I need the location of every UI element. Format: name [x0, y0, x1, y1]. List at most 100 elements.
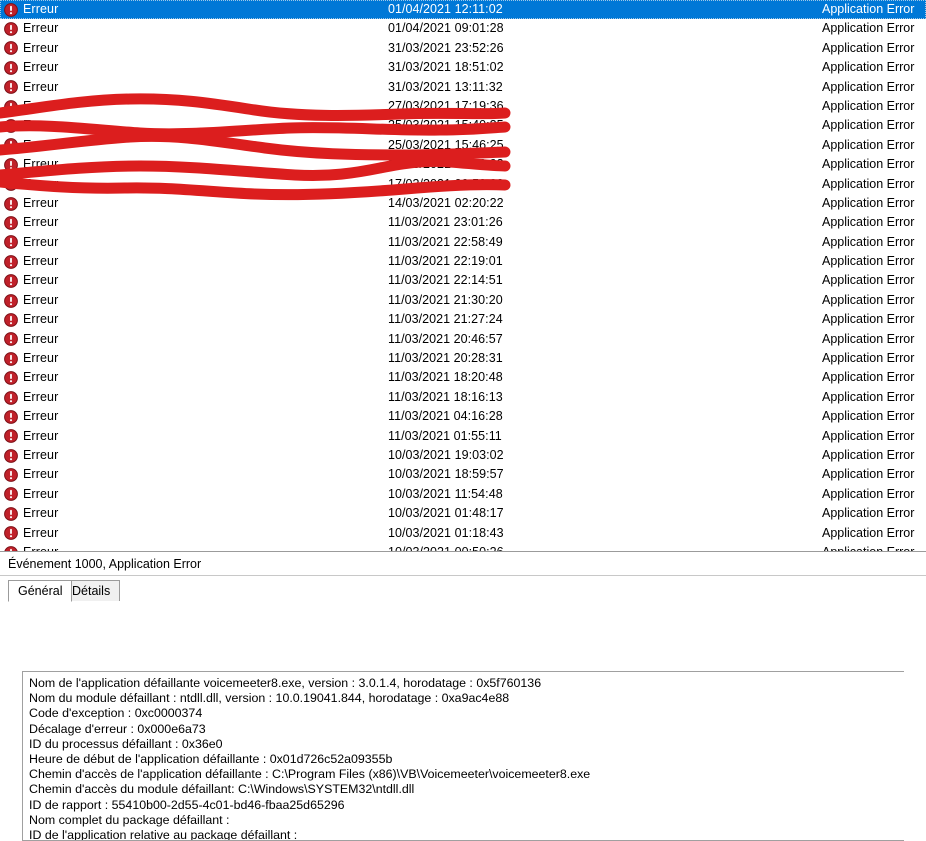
event-level-label: Erreur — [23, 486, 59, 501]
event-list-pane[interactable]: Erreur 01/04/2021 12:11:02 Application Err… — [0, 0, 926, 552]
event-level-label: Erreur — [23, 525, 59, 540]
detail-text-line: Chemin d'accès du module défaillant: C:\… — [29, 782, 415, 797]
event-datetime-cell: 11/03/2021 22:19:01 — [388, 254, 503, 269]
detail-text-line: Nom du module défaillant : ntdll.dll, ve… — [29, 691, 510, 706]
event-source-cell: Application Error — [822, 60, 915, 75]
error-icon — [4, 351, 18, 366]
event-datetime-cell: 01/04/2021 09:01:28 — [388, 21, 504, 36]
error-icon — [4, 80, 18, 95]
event-level-label: Erreur — [23, 137, 59, 152]
event-source-cell: Application Error — [822, 273, 915, 288]
event-datetime-cell: 31/03/2021 23:52:26 — [388, 40, 504, 55]
event-source-cell: Application Error — [822, 79, 915, 94]
event-row[interactable]: Erreur 10/03/2021 00:50:26 Application Err… — [0, 542, 926, 552]
event-level-cell: Erreur — [4, 194, 174, 213]
event-row[interactable]: Erreur 31/03/2021 13:11:32 Application Err… — [0, 77, 926, 97]
event-source-cell: Application Error — [822, 40, 915, 55]
event-level-cell: Erreur — [4, 58, 174, 77]
event-level-label: Erreur — [23, 2, 59, 16]
event-level-label: Erreur — [23, 234, 59, 249]
event-datetime-cell: 10/03/2021 01:18:43 — [388, 525, 504, 540]
event-datetime-cell: 11/03/2021 22:14:51 — [388, 273, 503, 288]
event-row[interactable]: Erreur 25/03/2021 15:46:25 Application Err… — [0, 135, 926, 156]
event-level-label: Erreur — [23, 506, 59, 521]
event-level-cell: Erreur — [4, 78, 174, 97]
error-icon — [4, 274, 18, 289]
event-row[interactable]: Erreur 11/03/2021 21:30:20 Application Err… — [0, 290, 926, 311]
event-level-label: Erreur — [23, 389, 59, 404]
event-level-label: Erreur — [23, 351, 59, 366]
event-datetime-cell: 11/03/2021 20:46:57 — [388, 331, 503, 346]
tab-general[interactable]: Général — [8, 580, 73, 602]
event-row[interactable]: Erreur 10/03/2021 18:59:57 Application Err… — [0, 465, 926, 485]
event-level-cell: Erreur — [4, 291, 174, 310]
event-level-cell: Erreur — [4, 233, 174, 252]
event-datetime-cell: 31/03/2021 18:51:02 — [388, 60, 504, 75]
event-datetime-cell: 01/04/2021 12:11:02 — [388, 2, 503, 16]
error-icon — [4, 313, 18, 327]
event-row[interactable]: Erreur 10/03/2021 01:18:43 Application Err… — [0, 523, 926, 543]
event-row[interactable]: Erreur 31/03/2021 23:52:26 Application Err… — [0, 38, 926, 59]
event-row[interactable]: Erreur 01/04/2021 12:11:02 Application Err… — [0, 0, 926, 20]
event-datetime-cell: 11/03/2021 18:16:13 — [388, 389, 503, 404]
event-row[interactable]: Erreur 11/03/2021 04:16:28 Application Err… — [0, 407, 926, 427]
event-row[interactable]: Erreur 11/03/2021 22:14:51 Application Err… — [0, 271, 926, 291]
event-row[interactable]: Erreur 14/03/2021 02:20:22 Application Err… — [0, 193, 926, 214]
event-level-cell: Erreur — [4, 330, 174, 349]
event-level-cell: Erreur — [4, 427, 174, 446]
event-level-cell: Erreur — [4, 39, 174, 58]
event-row[interactable]: Erreur 01/04/2021 09:01:28 Application Err… — [0, 19, 926, 39]
event-level-cell: Erreur — [4, 0, 174, 19]
event-list-rows[interactable]: Erreur 01/04/2021 12:11:02 Application Err… — [0, 0, 926, 552]
event-level-label: Erreur — [23, 544, 59, 552]
event-row[interactable]: Erreur 11/03/2021 23:01:26 Application Err… — [0, 213, 926, 233]
event-row[interactable]: Erreur 11/03/2021 18:20:48 Application Err… — [0, 368, 926, 388]
error-icon — [4, 429, 18, 444]
event-row[interactable]: Erreur 10/03/2021 11:54:48 Application Err… — [0, 484, 926, 505]
error-icon — [4, 216, 18, 230]
event-row[interactable]: Erreur 11/03/2021 22:58:49 Application Err… — [0, 232, 926, 253]
event-row[interactable]: Erreur 17/03/2021 00:59:00 Application Err… — [0, 174, 926, 194]
error-icon — [4, 254, 18, 269]
event-datetime-cell: 11/03/2021 22:58:49 — [388, 234, 503, 249]
event-source-cell: Application Error — [822, 447, 915, 462]
event-row[interactable]: Erreur 11/03/2021 18:16:13 Application Err… — [0, 387, 926, 408]
event-row[interactable]: Erreur 10/03/2021 19:03:02 Application Err… — [0, 445, 926, 466]
event-row[interactable]: Erreur 10/03/2021 01:48:17 Application Err… — [0, 504, 926, 524]
event-description-lines: Nom de l'application défaillante voiceme… — [29, 676, 904, 840]
event-row[interactable]: Erreur 11/03/2021 01:55:11 Application Err… — [0, 426, 926, 446]
event-source-cell: Application Error — [822, 389, 915, 404]
event-row[interactable]: Erreur 31/03/2021 18:51:02 Application Err… — [0, 58, 926, 78]
event-level-cell: Erreur — [4, 252, 174, 271]
event-row[interactable]: Erreur 11/03/2021 21:27:24 Application Err… — [0, 310, 926, 330]
error-icon — [4, 196, 18, 211]
event-datetime-cell: 11/03/2021 21:30:20 — [388, 292, 503, 307]
event-source-cell: Application Error — [822, 409, 915, 424]
detail-text-line: Nom complet du package défaillant : — [29, 812, 233, 827]
event-level-label: Erreur — [23, 215, 59, 230]
detail-tab-strip[interactable]: Général Détails — [0, 580, 926, 602]
event-level-label: Erreur — [23, 60, 59, 75]
event-source-cell: Application Error — [822, 467, 915, 482]
event-row[interactable]: Erreur 11/03/2021 20:28:31 Application Err… — [0, 349, 926, 369]
event-level-cell: Erreur — [4, 19, 174, 38]
event-level-label: Erreur — [23, 21, 59, 36]
detail-text-line: ID du processus défaillant : 0x36e0 — [29, 736, 223, 751]
error-icon — [4, 468, 18, 482]
event-source-cell: Application Error — [822, 312, 915, 327]
error-icon — [4, 371, 18, 386]
event-details-pane: Événement 1000, Application Error Généra… — [0, 552, 926, 841]
event-level-cell: Erreur — [4, 388, 174, 407]
event-source-cell: Application Error — [822, 331, 915, 346]
event-level-label: Erreur — [23, 370, 59, 385]
event-row[interactable]: Erreur 11/03/2021 20:46:57 Application Err… — [0, 329, 926, 350]
event-row[interactable]: Erreur 17/03/2021 00:59:02 Application Err… — [0, 155, 926, 175]
event-source-cell: Application Error — [822, 176, 915, 191]
event-description-textbox[interactable]: Nom de l'application défaillante voiceme… — [22, 671, 904, 841]
event-level-cell: Erreur — [4, 465, 174, 484]
event-row[interactable]: Erreur 11/03/2021 22:19:01 Application Err… — [0, 252, 926, 272]
event-row[interactable]: Erreur 25/03/2021 15:40:25 Application Err… — [0, 116, 926, 136]
event-level-label: Erreur — [23, 176, 59, 191]
event-row[interactable]: Erreur 27/03/2021 17:19:36 Application Err… — [0, 96, 926, 117]
error-icon — [4, 293, 18, 308]
